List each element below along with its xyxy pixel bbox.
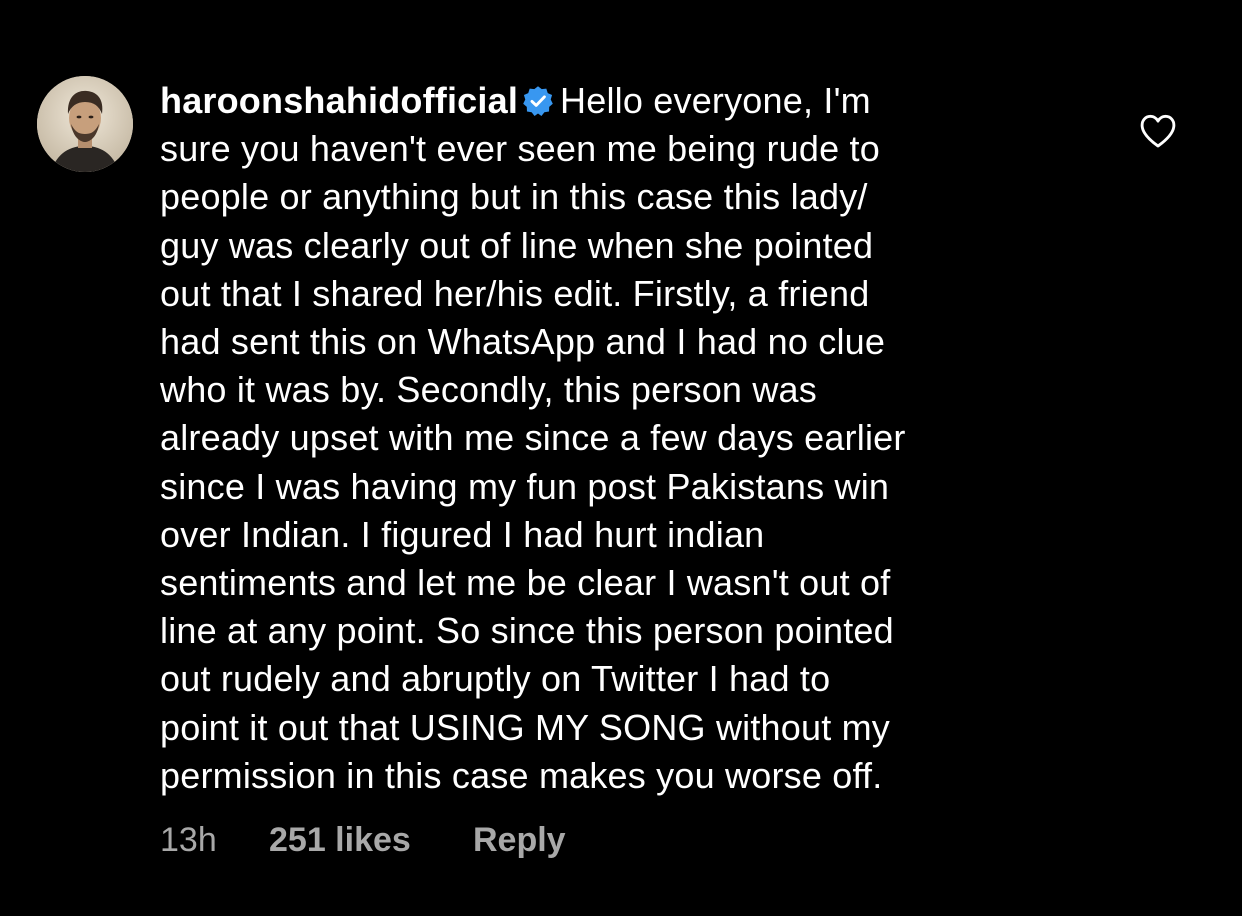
- comment-body-line: over Indian. I figured I had hurt indian: [160, 513, 765, 555]
- comment-text: haroonshahidofficial Hello everyone, I'm …: [160, 77, 1080, 800]
- comment: haroonshahidofficial Hello everyone, I'm …: [0, 0, 1242, 916]
- comment-body-line: sure you haven't ever seen me being rude…: [160, 128, 880, 170]
- heart-outline-icon[interactable]: [1139, 113, 1177, 149]
- timestamp: 13h: [160, 821, 217, 859]
- comment-body-line: out that I shared her/his edit. Firstly,…: [160, 272, 870, 314]
- verified-badge-icon: [523, 86, 553, 116]
- comment-body-line: people or anything but in this case this…: [160, 176, 868, 218]
- comment-body-line: already upset with me since a few days e…: [160, 417, 906, 459]
- comment-body-line: line at any point. So since this person …: [160, 610, 894, 652]
- comment-body-line: out rudely and abruptly on Twitter I had…: [160, 658, 831, 700]
- reply-button[interactable]: Reply: [473, 818, 566, 862]
- avatar[interactable]: [37, 76, 133, 172]
- comment-body-line: since I was having my fun post Pakistans…: [160, 465, 890, 507]
- comment-body-line: guy was clearly out of line when she poi…: [160, 224, 874, 266]
- comment-line-1: haroonshahidofficial Hello everyone, I'm: [160, 77, 1080, 125]
- likes-count-button[interactable]: 251 likes: [269, 818, 411, 862]
- username-link[interactable]: haroonshahidofficial: [160, 80, 518, 121]
- comment-body-line: sentiments and let me be clear I wasn't …: [160, 562, 891, 604]
- profile-avatar-image: [37, 76, 133, 172]
- comment-body-line: had sent this on WhatsApp and I had no c…: [160, 321, 886, 363]
- comment-body-line: who it was by. Secondly, this person was: [160, 369, 817, 411]
- comment-body-line: Hello everyone, I'm: [560, 80, 871, 121]
- comment-body-line: point it out that USING MY SONG without …: [160, 706, 890, 748]
- comment-body-line: permission in this case makes you worse …: [160, 754, 883, 796]
